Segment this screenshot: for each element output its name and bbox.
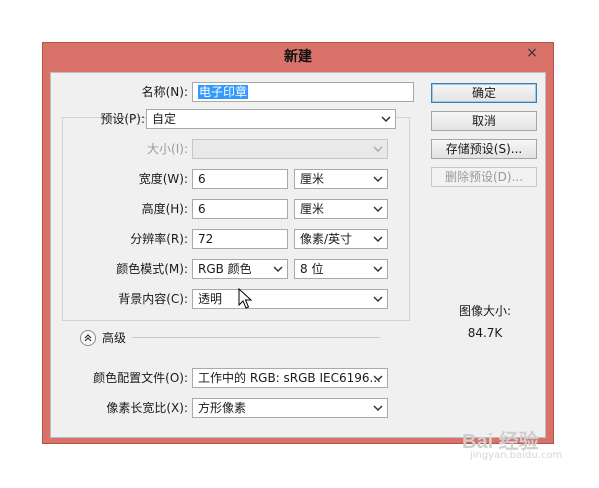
preset-select[interactable]: 自定	[146, 109, 396, 129]
resolution-value: 72	[198, 232, 214, 246]
width-unit: 厘米	[300, 172, 325, 186]
bit-depth-value: 8 位	[300, 262, 324, 276]
preset-value: 自定	[152, 112, 177, 126]
height-value: 6	[198, 202, 206, 216]
color-profile-select[interactable]: 工作中的 RGB: sRGB IEC6196...	[192, 368, 388, 388]
color-profile-value: 工作中的 RGB: sRGB IEC6196...	[198, 371, 381, 385]
resolution-unit: 像素/英寸	[300, 232, 353, 246]
chevron-double-up-icon	[84, 334, 92, 342]
bit-depth-select[interactable]: 8 位	[294, 259, 388, 279]
advanced-divider	[132, 337, 380, 338]
ok-button[interactable]: 确定	[431, 83, 537, 103]
resolution-input[interactable]: 72	[192, 229, 288, 249]
advanced-label: 高级	[102, 331, 127, 345]
size-label: 大小(I):	[147, 142, 188, 156]
resolution-unit-select[interactable]: 像素/英寸	[294, 229, 388, 249]
close-icon: ×	[526, 45, 538, 61]
chevron-down-icon	[373, 375, 383, 382]
height-label: 高度(H):	[141, 202, 188, 216]
pixel-aspect-select[interactable]: 方形像素	[192, 398, 388, 418]
width-input[interactable]: 6	[192, 169, 288, 189]
chevron-down-icon	[273, 266, 283, 273]
color-mode-value: RGB 颜色	[198, 262, 252, 276]
background-value: 透明	[198, 292, 223, 306]
name-input[interactable]: 电子印章	[192, 82, 414, 102]
mouse-cursor-icon	[238, 288, 252, 309]
chevron-down-icon	[373, 176, 383, 183]
name-label: 名称(N):	[141, 85, 188, 99]
color-mode-label: 颜色模式(M):	[116, 262, 188, 276]
width-unit-select[interactable]: 厘米	[294, 169, 388, 189]
dialog-title: 新建	[284, 49, 312, 65]
height-unit-select[interactable]: 厘米	[294, 199, 388, 219]
color-mode-select[interactable]: RGB 颜色	[192, 259, 288, 279]
pixel-aspect-value: 方形像素	[198, 401, 247, 415]
image-size-value: 84.7K	[467, 326, 503, 340]
background-select[interactable]: 透明	[192, 289, 388, 309]
background-label: 背景内容(C):	[118, 292, 188, 306]
name-value: 电子印章	[198, 85, 249, 99]
save-preset-button[interactable]: 存储预设(S)...	[431, 139, 537, 159]
chevron-down-icon	[373, 405, 383, 412]
chevron-down-icon	[373, 236, 383, 243]
cancel-button[interactable]: 取消	[431, 111, 537, 131]
delete-preset-button: 删除预设(D)...	[431, 167, 537, 187]
resolution-label: 分辨率(R):	[130, 232, 188, 246]
chevron-down-icon	[373, 266, 383, 273]
width-label: 宽度(W):	[138, 172, 188, 186]
chevron-down-icon	[373, 296, 383, 303]
size-select	[192, 139, 388, 159]
chevron-down-icon	[373, 206, 383, 213]
chevron-down-icon	[373, 146, 383, 153]
preset-label: 预设(P):	[100, 112, 145, 126]
advanced-toggle-button[interactable]	[80, 330, 96, 346]
width-value: 6	[198, 172, 206, 186]
height-unit: 厘米	[300, 202, 325, 216]
pixel-aspect-label: 像素长宽比(X):	[106, 401, 188, 415]
chevron-down-icon	[381, 116, 391, 123]
close-button[interactable]: ×	[516, 44, 548, 64]
watermark-url: jingyan.baidu.com	[470, 450, 563, 461]
color-profile-label: 颜色配置文件(O):	[93, 371, 188, 385]
height-input[interactable]: 6	[192, 199, 288, 219]
image-size-label: 图像大小:	[458, 304, 512, 318]
